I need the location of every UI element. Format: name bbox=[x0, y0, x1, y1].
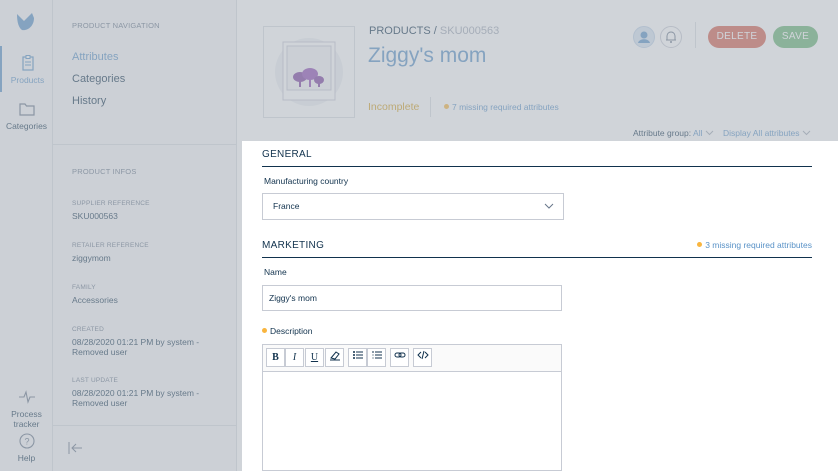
status-divider bbox=[430, 97, 431, 117]
code-button[interactable] bbox=[413, 348, 432, 367]
description-label: Description bbox=[270, 326, 313, 336]
marketing-group-line bbox=[262, 257, 812, 258]
header-separator bbox=[695, 22, 696, 48]
product-thumbnail[interactable] bbox=[263, 26, 355, 118]
breadcrumb-sku: SKU000563 bbox=[439, 25, 500, 37]
attribute-group-filter[interactable]: Attribute group: All bbox=[633, 128, 714, 138]
country-label: Manufacturing country bbox=[264, 176, 349, 186]
numbered-list-icon bbox=[372, 351, 382, 359]
warning-dot-icon bbox=[444, 104, 449, 109]
breadcrumb: PRODUCTS / SKU000563 bbox=[369, 25, 499, 37]
info-section-title: PRODUCT INFOS bbox=[72, 167, 137, 176]
warning-dot-icon bbox=[697, 242, 703, 247]
general-group-title: GENERAL bbox=[262, 149, 312, 160]
panel-bottom-divider bbox=[53, 425, 236, 426]
rail-item-categories[interactable]: Categories bbox=[0, 96, 53, 136]
attribute-group-value: All bbox=[693, 128, 703, 138]
delete-button[interactable]: DELETE bbox=[708, 26, 766, 48]
display-all-label: Display All attributes bbox=[723, 128, 800, 138]
rail-item-process-tracker[interactable]: Process tracker bbox=[0, 388, 53, 429]
bullet-list-icon bbox=[352, 351, 363, 359]
rail-help-label: Help bbox=[17, 453, 36, 463]
user-avatar-icon bbox=[638, 31, 650, 43]
rail-categories-label: Categories bbox=[5, 121, 48, 131]
breadcrumb-products[interactable]: PRODUCTS bbox=[369, 25, 431, 37]
last-update-value: 08/28/2020 01:21 PM by system - Removed … bbox=[72, 388, 200, 408]
last-update-label: LAST UPDATE bbox=[72, 377, 119, 384]
underline-button[interactable]: U bbox=[305, 348, 324, 367]
activity-icon bbox=[18, 390, 35, 404]
marketing-missing-text: 3 missing required attributes bbox=[705, 240, 812, 250]
nav-item-history[interactable]: History bbox=[72, 95, 106, 107]
name-label: Name bbox=[264, 267, 287, 277]
general-group-line bbox=[262, 166, 812, 167]
help-icon: ? bbox=[18, 433, 35, 449]
svg-text:?: ? bbox=[24, 437, 29, 447]
collapse-panel-icon[interactable] bbox=[67, 440, 83, 456]
product-image-icon bbox=[275, 38, 343, 106]
rail-item-products[interactable]: Products bbox=[0, 46, 53, 92]
link-icon bbox=[394, 352, 405, 358]
attribute-group-label: Attribute group: bbox=[633, 128, 692, 138]
warning-dot-icon bbox=[262, 328, 267, 333]
missing-attributes-text: 7 missing required attributes bbox=[452, 102, 559, 112]
retailer-reference-label: RETAILER REFERENCE bbox=[72, 242, 149, 249]
user-avatar-button[interactable] bbox=[633, 26, 655, 48]
supplier-reference-value: SKU000563 bbox=[72, 211, 118, 221]
save-button[interactable]: SAVE bbox=[773, 26, 818, 48]
family-label: FAMILY bbox=[72, 284, 96, 291]
description-editor[interactable]: B I U bbox=[262, 344, 562, 471]
folder-icon bbox=[18, 103, 35, 116]
numbered-list-button[interactable] bbox=[367, 348, 386, 367]
rail-products-label: Products bbox=[10, 75, 45, 85]
bell-icon bbox=[666, 31, 676, 43]
eraser-icon bbox=[329, 351, 340, 361]
attributes-form: GENERAL Manufacturing country France MAR… bbox=[242, 141, 838, 471]
nav-section-title: PRODUCT NAVIGATION bbox=[72, 21, 160, 30]
missing-attributes-link[interactable]: 7 missing required attributes bbox=[444, 102, 559, 112]
chevron-down-icon bbox=[544, 203, 554, 209]
page-title: Ziggy's mom bbox=[368, 44, 487, 67]
bold-button[interactable]: B bbox=[266, 348, 285, 367]
completeness-status: Incomplete bbox=[368, 101, 420, 113]
country-select[interactable]: France bbox=[262, 193, 564, 220]
display-attributes-filter[interactable]: Display All attributes bbox=[723, 128, 811, 138]
supplier-reference-label: SUPPLIER REFERENCE bbox=[72, 200, 150, 207]
clipboard-icon bbox=[21, 55, 34, 71]
chevron-down-icon bbox=[705, 130, 714, 136]
breadcrumb-separator: / bbox=[433, 25, 437, 37]
marketing-missing-link[interactable]: 3 missing required attributes bbox=[697, 240, 812, 250]
name-input-value: Ziggy's mom bbox=[269, 293, 317, 303]
akeneo-logo-icon[interactable] bbox=[14, 10, 38, 34]
nav-item-attributes[interactable]: Attributes bbox=[72, 51, 118, 63]
rail-tracker-label: Process tracker bbox=[11, 409, 42, 429]
main-menu-rail: Products Categories Process tracker ? He… bbox=[0, 0, 53, 471]
created-value: 08/28/2020 01:21 PM by system - Removed … bbox=[72, 337, 200, 357]
clear-format-button[interactable] bbox=[325, 348, 344, 367]
link-button[interactable] bbox=[390, 348, 409, 367]
name-input[interactable]: Ziggy's mom bbox=[262, 285, 562, 311]
nav-item-categories[interactable]: Categories bbox=[72, 73, 125, 85]
panel-divider bbox=[53, 144, 236, 145]
family-value: Accessories bbox=[72, 295, 118, 305]
bullet-list-button[interactable] bbox=[348, 348, 367, 367]
notifications-button[interactable] bbox=[660, 26, 682, 48]
product-edit-form: PRODUCTS / SKU000563 Ziggy's mom Incompl… bbox=[237, 0, 838, 471]
editor-toolbar: B I U bbox=[263, 345, 561, 372]
italic-button[interactable]: I bbox=[285, 348, 304, 367]
description-label-row: Description bbox=[262, 326, 313, 336]
rail-item-help[interactable]: ? Help bbox=[0, 432, 53, 466]
country-select-value: France bbox=[273, 201, 300, 211]
product-panel: PRODUCT NAVIGATION Attributes Categories… bbox=[53, 0, 237, 471]
created-label: CREATED bbox=[72, 326, 104, 333]
code-icon bbox=[416, 350, 429, 360]
marketing-group-title: MARKETING bbox=[262, 240, 325, 251]
retailer-reference-value: ziggymom bbox=[72, 253, 111, 263]
chevron-down-icon bbox=[802, 130, 811, 136]
